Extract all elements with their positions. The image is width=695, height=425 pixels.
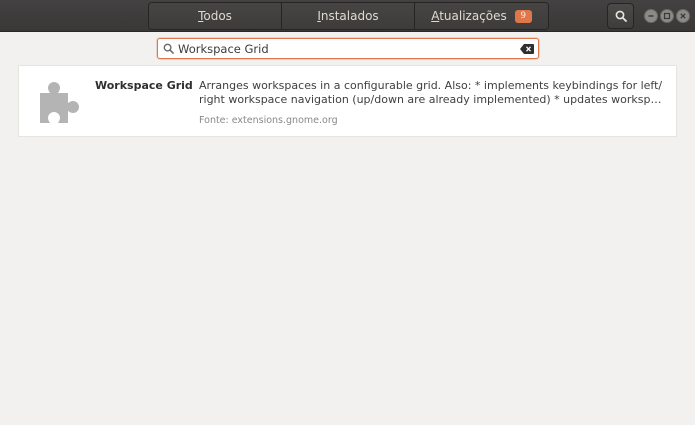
app-source: Fonte: extensions.gnome.org xyxy=(199,115,338,126)
app-description: Arranges workspaces in a configurable gr… xyxy=(199,79,664,107)
minimize-button[interactable] xyxy=(644,9,658,23)
close-button[interactable] xyxy=(676,9,690,23)
view-switcher: Todos Instalados Atualizações 9 xyxy=(148,2,549,30)
search-input[interactable] xyxy=(178,39,516,58)
clear-search-button[interactable] xyxy=(516,43,538,54)
search-entry-icon xyxy=(158,43,178,54)
app-icon xyxy=(38,79,84,129)
window-controls xyxy=(644,9,690,23)
search-icon xyxy=(163,43,174,54)
header-bar: Todos Instalados Atualizações 9 xyxy=(0,0,695,32)
app-description-line-2: right workspace navigation (up/down are … xyxy=(199,93,664,106)
minimize-icon xyxy=(648,15,654,17)
app-name: Workspace Grid xyxy=(95,79,193,92)
backspace-clear-icon xyxy=(520,43,534,54)
tab-instalados-label: Instalados xyxy=(317,9,379,23)
search-icon xyxy=(615,10,627,22)
tab-atualizacoes[interactable]: Atualizações 9 xyxy=(415,3,548,29)
search-entry xyxy=(157,38,539,59)
tab-todos[interactable]: Todos xyxy=(149,3,282,29)
tab-todos-label: Todos xyxy=(198,9,232,23)
maximize-button[interactable] xyxy=(660,9,674,23)
list-item[interactable]: Workspace Grid Arranges workspaces in a … xyxy=(18,65,677,137)
search-toggle-button[interactable] xyxy=(607,3,634,29)
puzzle-piece-icon xyxy=(40,82,79,123)
close-icon xyxy=(680,13,686,19)
maximize-icon xyxy=(663,12,671,20)
updates-count-badge: 9 xyxy=(514,9,532,23)
tab-instalados[interactable]: Instalados xyxy=(282,3,415,29)
app-description-line-1: Arranges workspaces in a configurable gr… xyxy=(199,79,663,92)
tab-atualizacoes-label: Atualizações xyxy=(431,9,507,23)
